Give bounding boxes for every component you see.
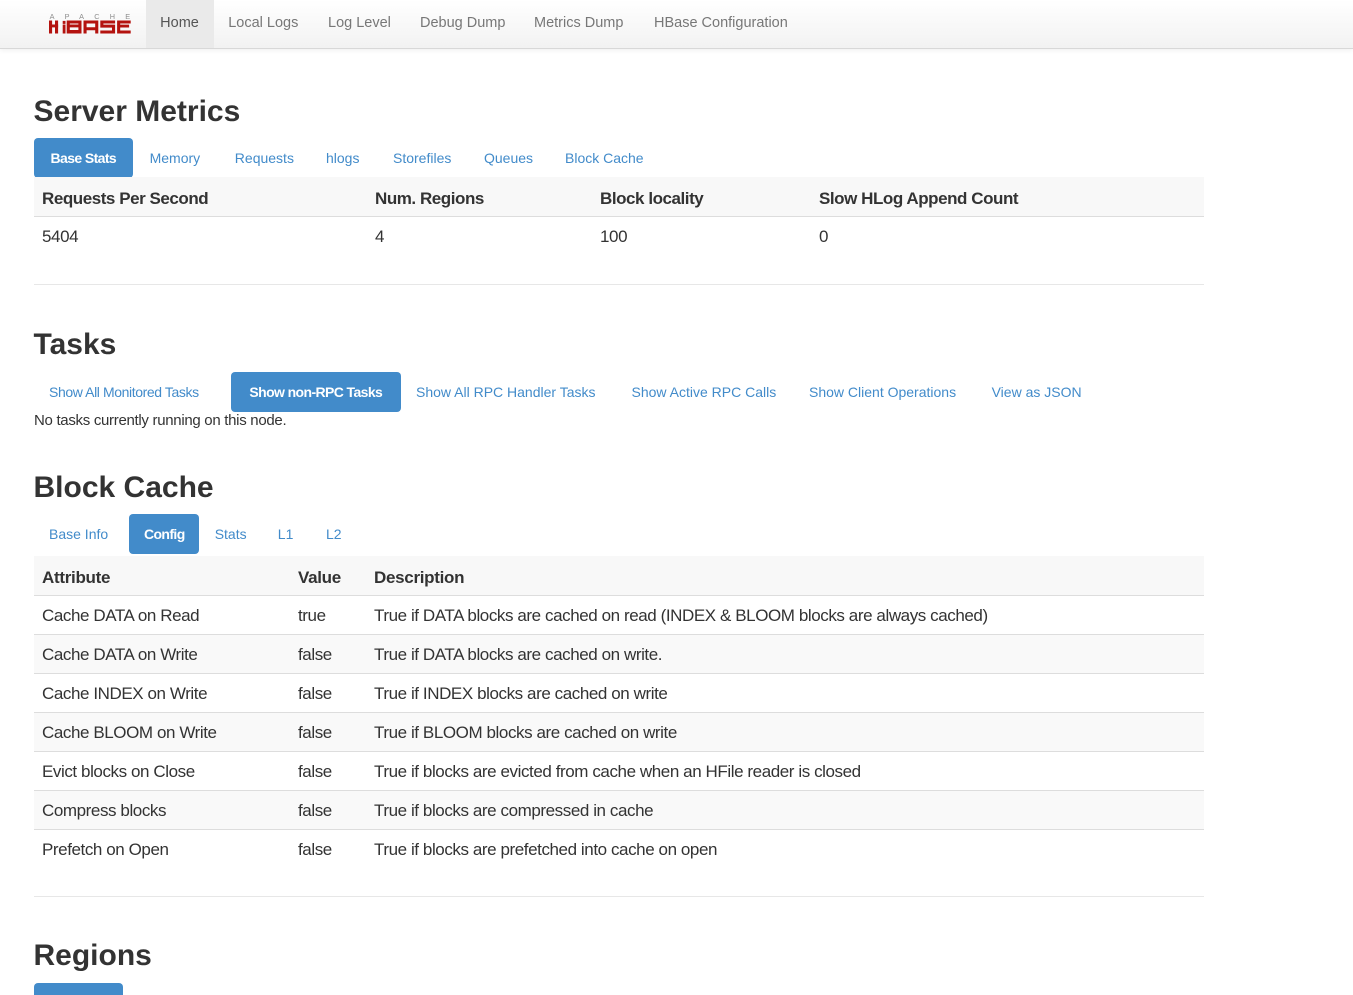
- svg-text:APACHE: APACHE: [49, 13, 132, 21]
